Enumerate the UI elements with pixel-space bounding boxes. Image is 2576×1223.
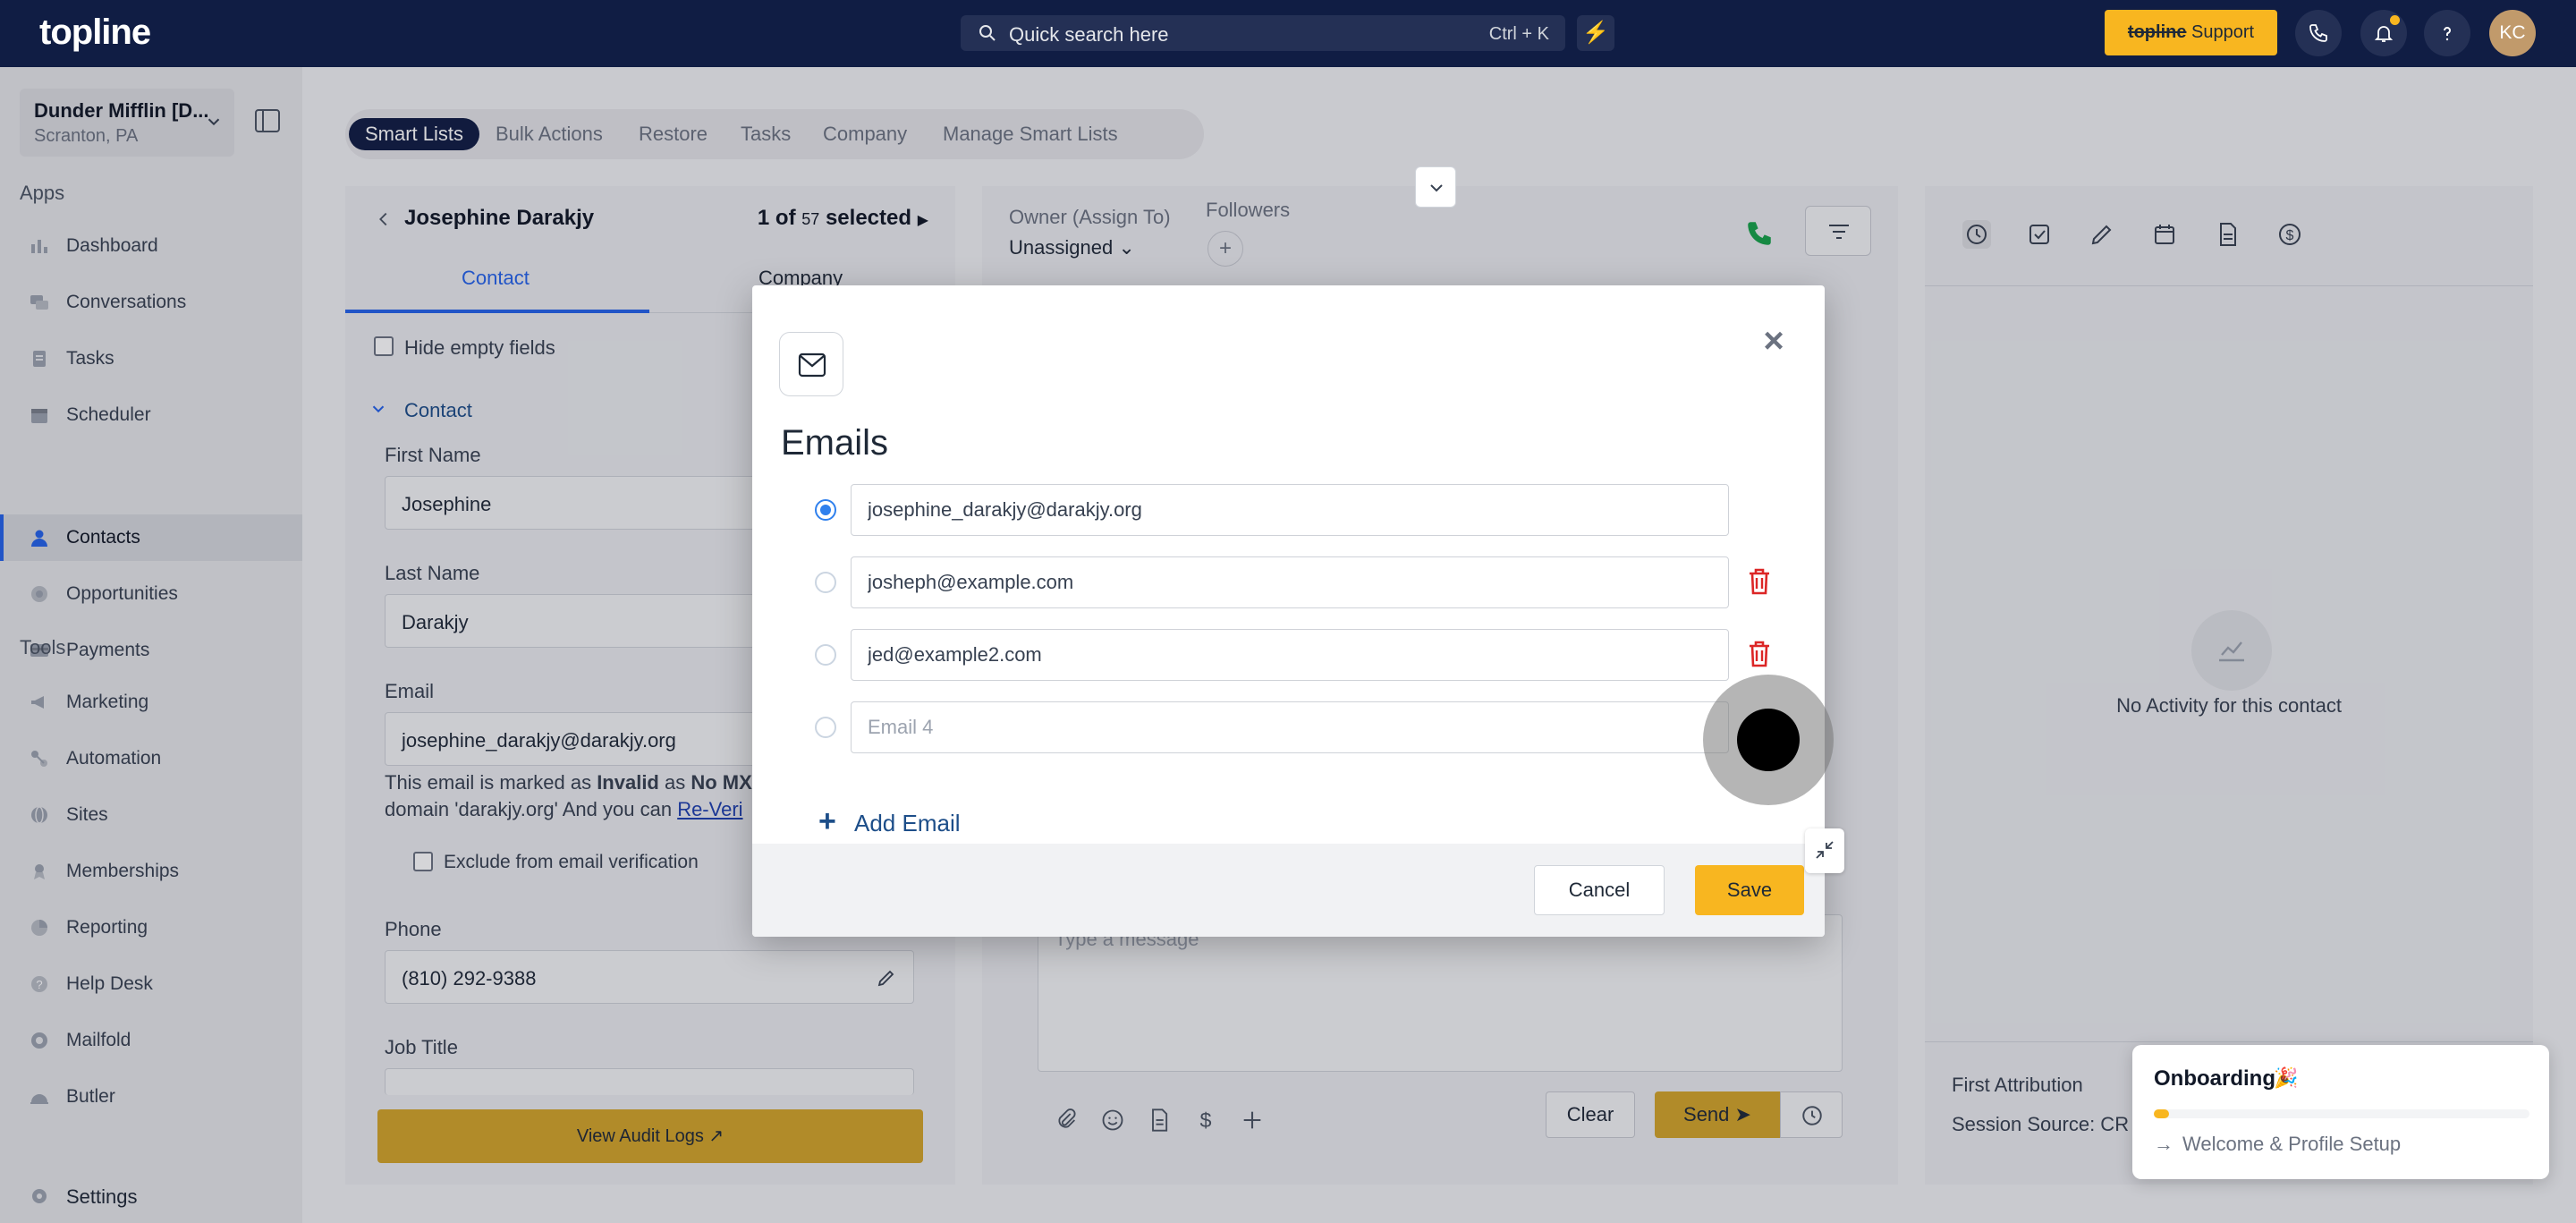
notification-dot (2390, 15, 2400, 25)
save-button[interactable]: Save (1695, 865, 1804, 915)
app-logo[interactable]: topline (39, 13, 151, 53)
support-button[interactable]: topline Support (2105, 10, 2277, 55)
trash-icon[interactable] (1745, 566, 1774, 597)
help-icon[interactable] (2424, 10, 2470, 56)
email-input-3[interactable] (851, 629, 1729, 681)
touch-indicator-dot (1737, 709, 1800, 771)
onboarding-progress (2154, 1109, 2529, 1118)
modal-title: Emails (781, 423, 889, 463)
email-input-4[interactable] (851, 701, 1729, 753)
touch-indicator (1703, 675, 1834, 805)
cancel-button[interactable]: Cancel (1534, 865, 1665, 915)
emails-modal: × Emails + Add Email Cancel Save (752, 285, 1825, 937)
lightning-icon[interactable]: ⚡ (1577, 15, 1614, 51)
top-bar: topline Quick search here Ctrl + K ⚡ top… (0, 0, 2576, 67)
support-brand: topline (2127, 22, 2187, 42)
minimize-icon (1816, 841, 1834, 859)
user-avatar[interactable]: KC (2489, 10, 2536, 56)
search-placeholder: Quick search here (1009, 23, 1169, 46)
phone-icon[interactable] (2295, 10, 2342, 56)
chevron-down-icon (1430, 184, 1443, 192)
search-icon (979, 25, 996, 41)
onboarding-widget[interactable]: Onboarding 🎉 → Welcome & Profile Setup (2132, 1045, 2549, 1179)
email-row (815, 701, 1729, 753)
minimize-button[interactable] (1805, 828, 1844, 873)
onboarding-progress-fill (2154, 1109, 2169, 1118)
modal-footer: Cancel Save (752, 844, 1825, 937)
email-row (815, 556, 1729, 608)
email-input-2[interactable] (851, 556, 1729, 608)
primary-email-radio[interactable] (815, 499, 836, 521)
primary-email-radio[interactable] (815, 644, 836, 666)
mail-icon (798, 352, 826, 378)
primary-email-radio[interactable] (815, 717, 836, 738)
onboarding-step[interactable]: → Welcome & Profile Setup (2154, 1133, 2401, 1156)
arrow-right-icon: → (2154, 1133, 2174, 1155)
primary-email-radio[interactable] (815, 572, 836, 593)
email-row (815, 484, 1729, 536)
modal-header-icon (779, 332, 843, 396)
bell-icon[interactable] (2360, 10, 2407, 56)
plus-icon: + (818, 804, 836, 838)
quick-search[interactable]: Quick search here Ctrl + K (961, 15, 1565, 51)
email-row (815, 629, 1729, 681)
party-icon: 🎉 (2274, 1066, 2299, 1089)
onboarding-title: Onboarding (2154, 1066, 2275, 1091)
onboarding-step-label: Welcome & Profile Setup (2182, 1133, 2402, 1155)
add-email-label: Add Email (854, 810, 961, 837)
trash-icon[interactable] (1745, 639, 1774, 669)
close-icon[interactable]: × (1756, 323, 1792, 359)
collapse-header-button[interactable] (1415, 166, 1456, 208)
search-shortcut: Ctrl + K (1488, 24, 1549, 44)
support-label: Support (2186, 22, 2255, 42)
email-input-1[interactable] (851, 484, 1729, 536)
